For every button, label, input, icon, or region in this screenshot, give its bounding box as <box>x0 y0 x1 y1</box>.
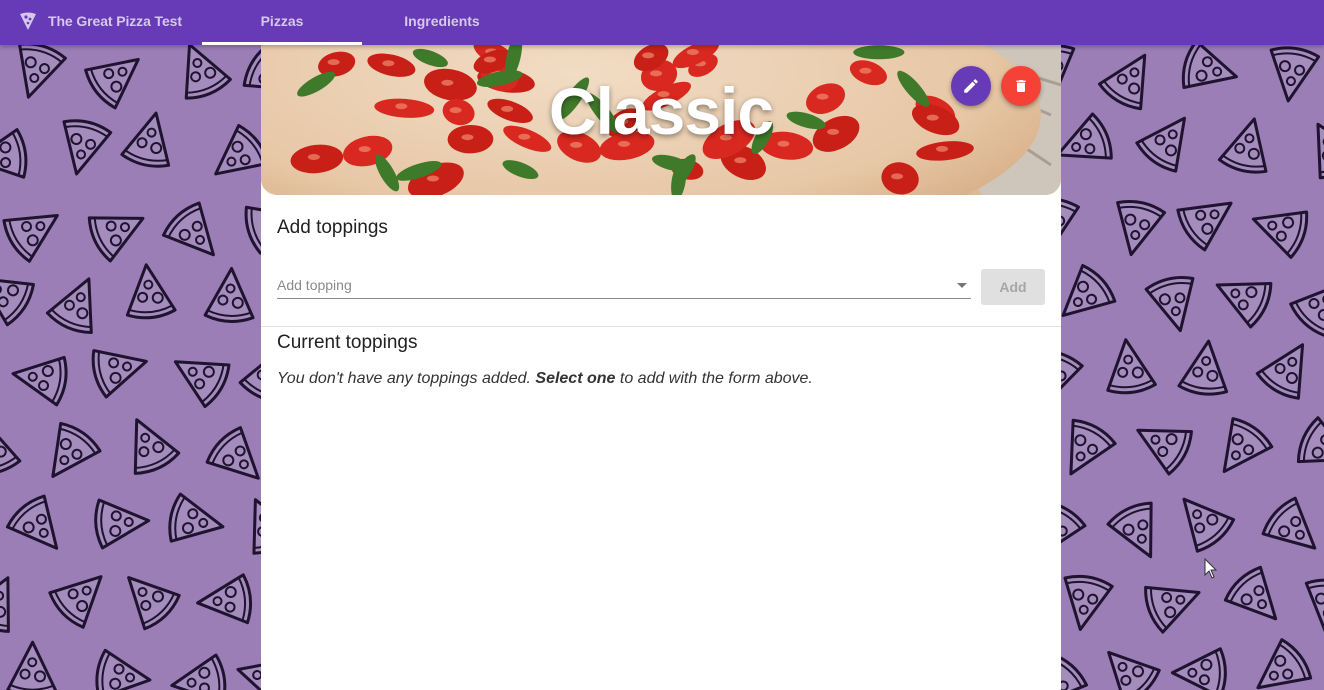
tab-ingredients[interactable]: Ingredients <box>362 0 522 42</box>
delete-pizza-button[interactable] <box>1001 66 1041 106</box>
empty-message-emphasis: Select one <box>535 370 616 387</box>
add-topping-placeholder: Add topping <box>277 277 352 293</box>
edit-pizza-button[interactable] <box>951 66 991 106</box>
current-toppings-heading: Current toppings <box>277 332 418 353</box>
app-bar: The Great Pizza Test Pizzas Ingredients <box>0 0 1324 45</box>
empty-message-suffix: to add with the form above. <box>619 370 813 387</box>
pencil-icon <box>964 79 978 93</box>
section-divider <box>261 326 1061 327</box>
pizza-detail-card: Classic Add toppings Add topping Add Cur… <box>261 45 1061 690</box>
add-topping-button[interactable]: Add <box>981 269 1045 305</box>
pizza-name: Classic <box>548 74 774 148</box>
mouse-cursor-icon <box>1204 558 1218 579</box>
add-toppings-heading: Add toppings <box>277 217 388 238</box>
brand[interactable]: The Great Pizza Test <box>18 0 182 42</box>
pizza-logo-icon <box>20 12 36 30</box>
empty-message-prefix: You don't have any toppings added. <box>277 370 531 387</box>
active-tab-indicator <box>202 42 362 45</box>
dropdown-arrow-icon <box>957 283 967 288</box>
trash-icon <box>1016 80 1026 92</box>
add-topping-select[interactable]: Add topping <box>277 269 971 299</box>
tab-pizzas[interactable]: Pizzas <box>202 0 362 42</box>
app-title: The Great Pizza Test <box>48 13 182 29</box>
empty-toppings-message: You don't have any toppings added. Selec… <box>277 370 813 388</box>
pizza-hero-image: Classic <box>261 45 1061 195</box>
